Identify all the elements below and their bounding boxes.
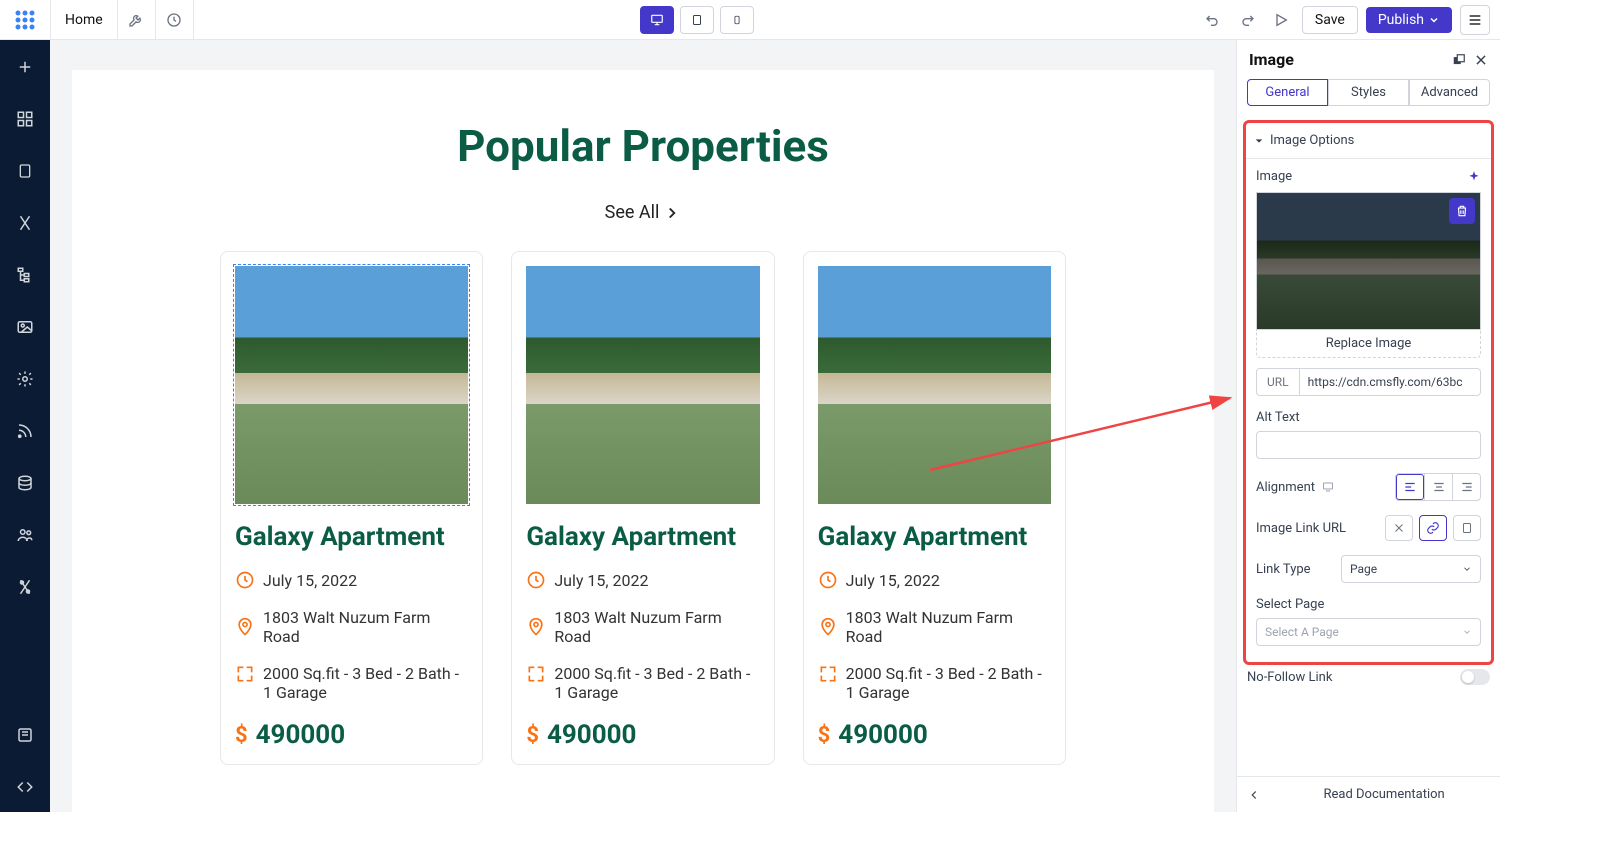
card-price: 490000	[547, 720, 637, 750]
app-logo[interactable]	[0, 0, 50, 40]
link-type-label: Link Type	[1256, 562, 1311, 577]
tools-icon[interactable]	[10, 208, 40, 238]
close-icon[interactable]	[1474, 53, 1488, 67]
wrench-icon[interactable]	[118, 0, 156, 40]
sparkle-icon[interactable]	[1467, 170, 1481, 184]
link-type-select[interactable]: Page	[1341, 555, 1481, 583]
highlighted-section: Image Options Image Replace Image URL	[1243, 120, 1494, 665]
align-left-icon[interactable]	[1396, 474, 1424, 500]
pin-icon	[818, 617, 838, 637]
trash-icon[interactable]	[1449, 198, 1475, 224]
clock-icon	[526, 570, 546, 590]
link-page-icon[interactable]	[1453, 515, 1481, 541]
expand-icon	[235, 664, 255, 684]
publish-button[interactable]: Publish	[1366, 7, 1452, 33]
card-image[interactable]	[526, 266, 759, 504]
read-documentation-link[interactable]: Read Documentation	[1323, 787, 1444, 802]
card-details: 2000 Sq.fit - 3 Bed - 2 Bath - 1 Garage	[263, 664, 468, 702]
canvas[interactable]: Popular Properties See All Galaxy Apartm…	[50, 40, 1236, 812]
device-tablet-icon[interactable]	[680, 6, 714, 34]
menu-icon[interactable]	[1460, 5, 1490, 35]
database-icon[interactable]	[10, 468, 40, 498]
clock-icon	[235, 570, 255, 590]
pin-icon	[526, 617, 546, 637]
dollar-icon: $	[235, 723, 248, 748]
tab-styles[interactable]: Styles	[1328, 79, 1409, 106]
redo-icon[interactable]	[1234, 7, 1260, 33]
select-page-label: Select Page	[1256, 597, 1324, 612]
link-none-icon[interactable]	[1385, 515, 1413, 541]
play-icon[interactable]	[1268, 7, 1294, 33]
expand-icon	[818, 664, 838, 684]
add-icon[interactable]	[10, 52, 40, 82]
book-icon[interactable]	[10, 720, 40, 750]
page-heading[interactable]: Popular Properties	[72, 120, 1214, 172]
back-icon[interactable]	[1247, 788, 1261, 802]
device-mobile-icon[interactable]	[720, 6, 754, 34]
card-image[interactable]	[235, 266, 468, 504]
image-preview[interactable]: Replace Image	[1256, 192, 1481, 358]
popout-icon[interactable]	[1452, 53, 1466, 67]
link-url-icon[interactable]	[1419, 515, 1447, 541]
dollar-icon: $	[526, 723, 539, 748]
see-all-link[interactable]: See All	[72, 202, 1214, 223]
pin-icon	[235, 617, 255, 637]
image-label: Image	[1256, 169, 1292, 184]
select-page-select[interactable]: Select A Page	[1256, 618, 1481, 646]
properties-panel: Image General Styles Advanced Image Opti…	[1236, 40, 1500, 812]
card-date: July 15, 2022	[554, 571, 648, 590]
card-price: 490000	[256, 720, 346, 750]
no-follow-toggle[interactable]	[1460, 669, 1490, 685]
alt-text-input[interactable]	[1256, 431, 1481, 459]
grid-icon[interactable]	[10, 104, 40, 134]
align-right-icon[interactable]	[1452, 474, 1480, 500]
desktop-small-icon	[1321, 481, 1335, 493]
replace-image-button[interactable]: Replace Image	[1256, 330, 1481, 358]
card-address: 1803 Walt Nuzum Farm Road	[554, 608, 759, 646]
tab-advanced[interactable]: Advanced	[1409, 79, 1490, 106]
page-icon[interactable]	[10, 156, 40, 186]
save-button[interactable]: Save	[1302, 6, 1358, 34]
sliders-icon[interactable]	[10, 572, 40, 602]
card-price: 490000	[838, 720, 928, 750]
users-icon[interactable]	[10, 520, 40, 550]
image-link-url-label: Image Link URL	[1256, 521, 1346, 536]
card-date: July 15, 2022	[263, 571, 357, 590]
card-address: 1803 Walt Nuzum Farm Road	[263, 608, 468, 646]
panel-title: Image	[1249, 50, 1294, 69]
card-title[interactable]: Galaxy Apartment	[235, 522, 468, 552]
tree-icon[interactable]	[10, 260, 40, 290]
dollar-icon: $	[818, 723, 831, 748]
card-details: 2000 Sq.fit - 3 Bed - 2 Bath - 1 Garage	[846, 664, 1051, 702]
no-follow-label: No-Follow Link	[1247, 670, 1332, 685]
card-details: 2000 Sq.fit - 3 Bed - 2 Bath - 1 Garage	[554, 664, 759, 702]
alignment-label: Alignment	[1256, 480, 1315, 495]
device-desktop-icon[interactable]	[640, 6, 674, 34]
card-image[interactable]	[818, 266, 1051, 504]
collapse-icon[interactable]	[10, 772, 40, 802]
url-input[interactable]	[1300, 368, 1481, 396]
card-title[interactable]: Galaxy Apartment	[526, 522, 759, 552]
undo-icon[interactable]	[1200, 7, 1226, 33]
tab-general[interactable]: General	[1247, 79, 1328, 106]
gear-icon[interactable]	[10, 364, 40, 394]
image-options-header[interactable]: Image Options	[1246, 123, 1491, 159]
card-title[interactable]: Galaxy Apartment	[818, 522, 1051, 552]
left-nav	[0, 40, 50, 812]
rss-icon[interactable]	[10, 416, 40, 446]
clock-icon	[818, 570, 838, 590]
history-icon[interactable]	[156, 0, 194, 40]
url-label: URL	[1256, 368, 1300, 396]
card-address: 1803 Walt Nuzum Farm Road	[846, 608, 1051, 646]
tab-home[interactable]: Home	[50, 0, 118, 40]
alt-text-label: Alt Text	[1256, 410, 1300, 425]
align-center-icon[interactable]	[1424, 474, 1452, 500]
card-date: July 15, 2022	[846, 571, 940, 590]
property-card[interactable]: Galaxy Apartment July 15, 2022 1803 Walt…	[511, 251, 774, 765]
image-icon[interactable]	[10, 312, 40, 342]
property-card[interactable]: Galaxy Apartment July 15, 2022 1803 Walt…	[803, 251, 1066, 765]
property-card[interactable]: Galaxy Apartment July 15, 2022 1803 Walt…	[220, 251, 483, 765]
expand-icon	[526, 664, 546, 684]
